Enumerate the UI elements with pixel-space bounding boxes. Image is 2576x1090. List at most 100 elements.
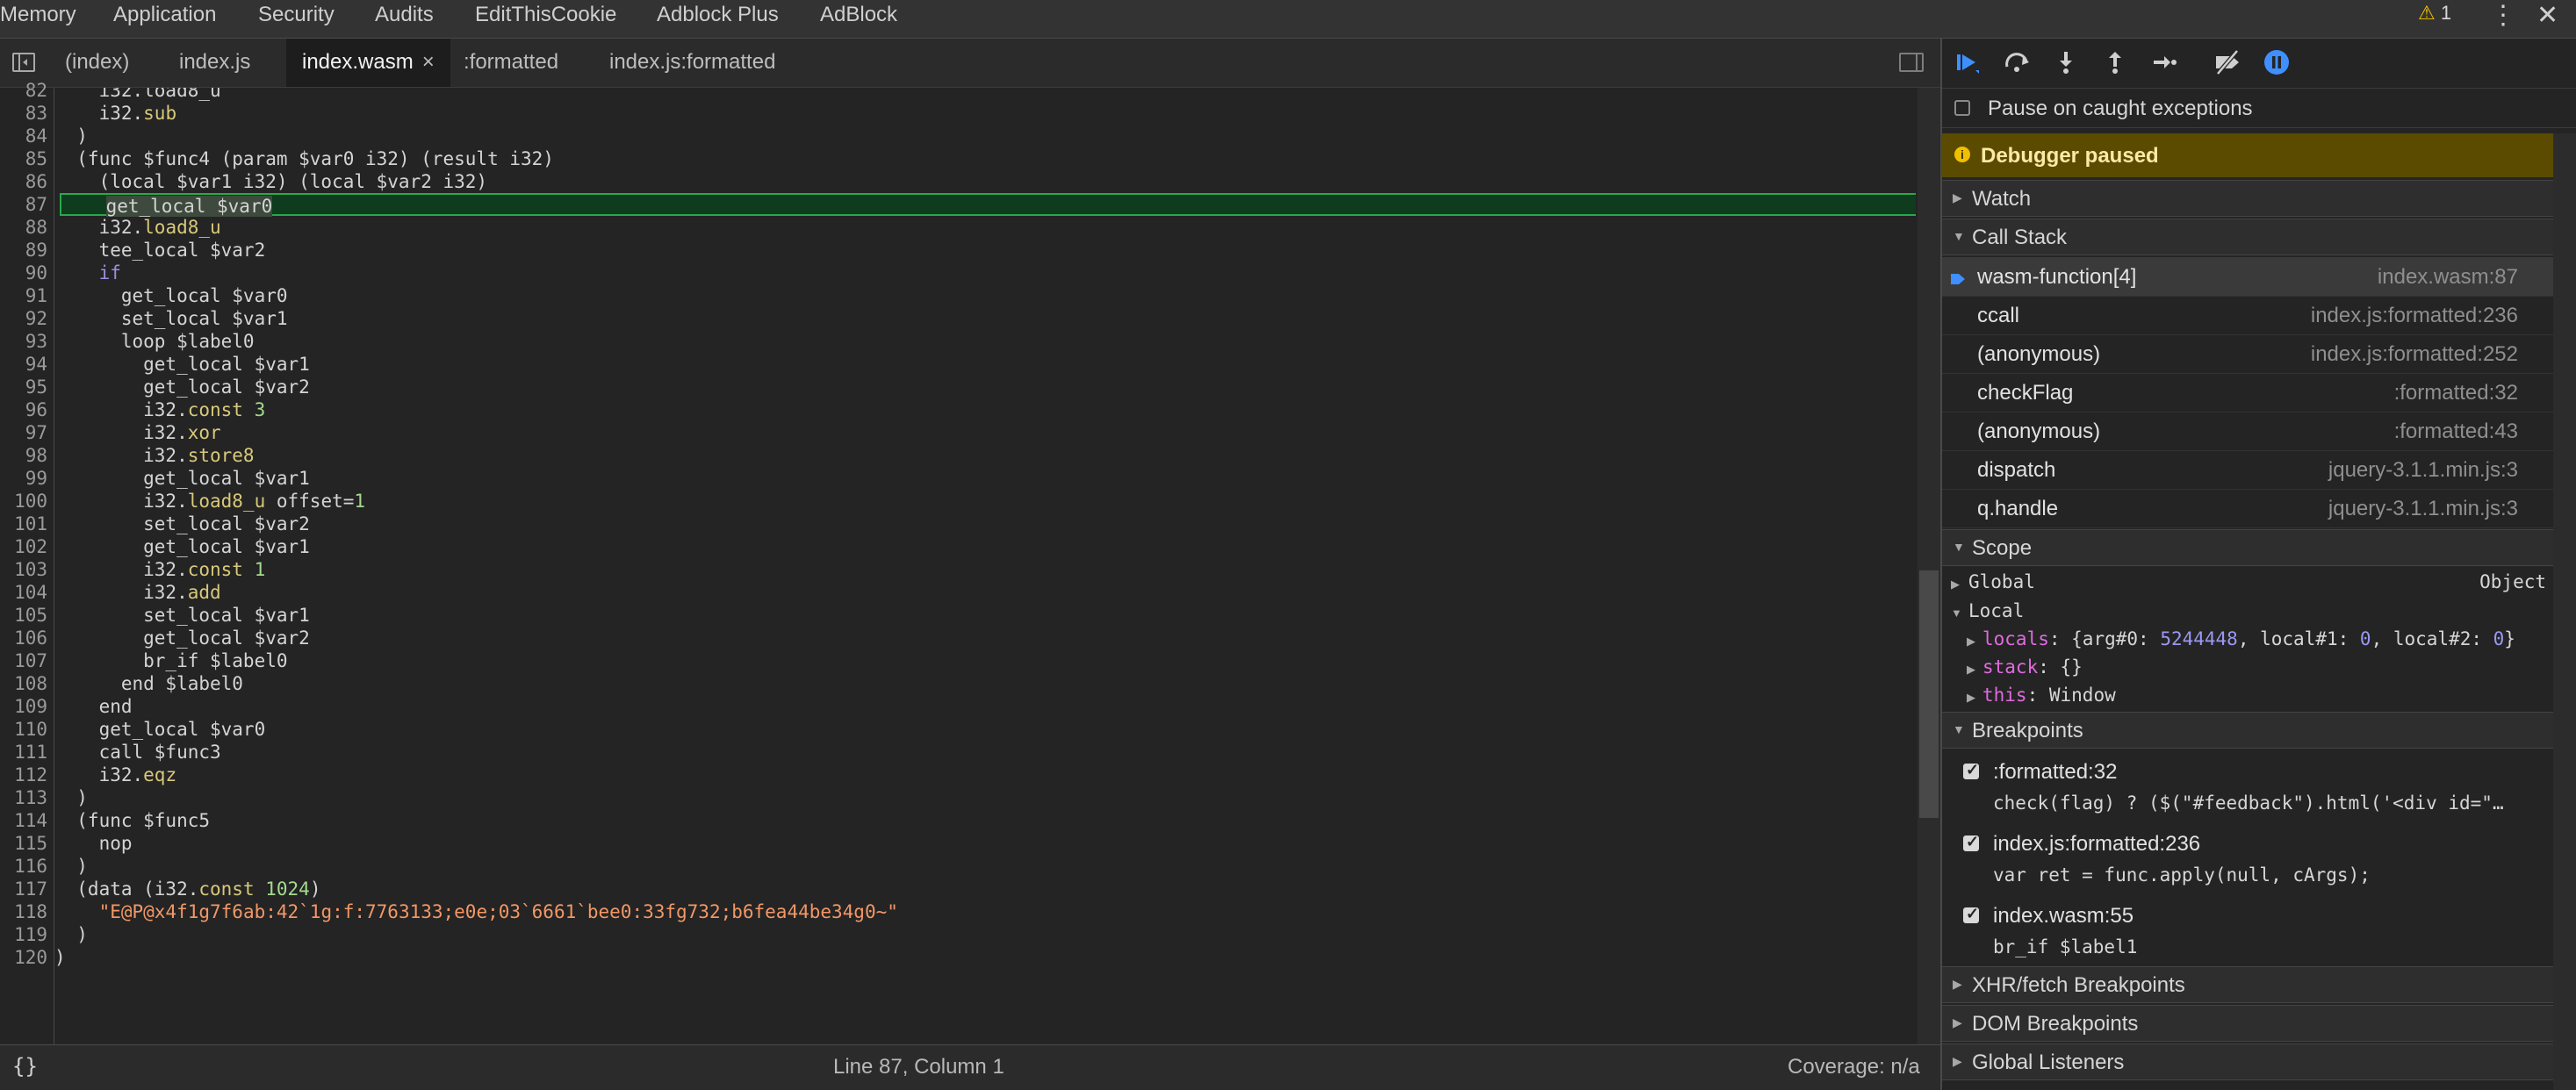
panel-tab-adblock[interactable]: AdBlock [820,0,897,39]
call-frame-location[interactable]: jquery-3.1.1.min.js:3 [2328,458,2518,483]
editor-scrollbar[interactable] [1918,88,1940,1044]
line-number[interactable]: 88 [0,216,47,239]
line-number[interactable]: 106 [0,627,47,649]
call-frame-location[interactable]: :formatted:43 [2394,420,2518,444]
line-number[interactable]: 99 [0,467,47,490]
step-icon[interactable] [2149,47,2179,77]
line-number[interactable]: 105 [0,604,47,627]
code-line[interactable]: tee_local $var2 [54,239,1916,262]
file-tab-formatted[interactable]: :formatted [453,39,569,87]
pause-on-caught-checkbox[interactable] [1954,100,1970,116]
step-into-icon[interactable] [2051,47,2081,77]
breakpoint-checkbox[interactable] [1963,761,1979,779]
code-line[interactable]: set_local $var1 [54,604,1916,627]
resume-icon[interactable] [1953,47,1982,77]
call-frame[interactable]: checkFlag:formatted:32 [1942,373,2553,412]
deactivate-breakpoints-icon[interactable] [2213,47,2242,77]
step-out-icon[interactable] [2100,47,2130,77]
code-editor[interactable]: i32.load8_u i32.sub ) (func $func4 (para… [54,88,1916,1044]
scope-global-row[interactable]: ▶ Global Object [1942,568,2553,596]
line-number-gutter[interactable]: 82 83 84 85 86 87 88 89 90 91 92 93 94 95 96 97 98 99 100… [0,80,54,1044]
code-line[interactable]: get_local $var1 [54,467,1916,490]
code-line[interactable]: (local $var1 i32) (local $var2 i32) [54,170,1916,193]
line-number[interactable]: 117 [0,878,47,900]
breakpoints-section-header[interactable]: ▼ Breakpoints [1942,712,2553,749]
scope-stack-row[interactable]: ▶ stack: {} [1942,653,2553,681]
line-number[interactable]: 94 [0,353,47,376]
code-line[interactable]: end [54,695,1916,718]
call-frame-location[interactable]: index.wasm:87 [2378,265,2518,290]
call-frame-location[interactable]: index.js:formatted:252 [2311,342,2518,367]
code-line[interactable]: "E@P@x4f1g7f6ab:42`1g:f:7763133;e0e;03`6… [54,900,1916,923]
toggle-debugger-sidebar-icon[interactable] [1899,53,1924,72]
code-line[interactable]: ) [54,125,1916,147]
step-over-icon[interactable] [2002,47,2032,77]
pause-on-exceptions-icon[interactable] [2262,47,2292,77]
code-line[interactable]: ) [54,855,1916,878]
breakpoint-checkbox[interactable] [1963,833,1979,851]
line-number[interactable]: 93 [0,330,47,353]
panel-tab-application[interactable]: Application [113,0,216,39]
line-number[interactable]: 119 [0,923,47,946]
call-frame[interactable]: ccall index.js:formatted:236 [1942,296,2553,335]
code-line[interactable]: if [54,262,1916,284]
code-line[interactable]: (func $func5 [54,809,1916,832]
panel-tab-adblock-plus[interactable]: Adblock Plus [657,0,779,39]
execution-line[interactable]: get_local $var0 [60,193,1916,217]
code-line[interactable]: nop [54,832,1916,855]
line-number[interactable]: 83 [0,102,47,125]
code-line[interactable]: get_local $var1 [54,353,1916,376]
code-line[interactable]: get_local $var2 [54,376,1916,398]
line-number[interactable]: 100 [0,490,47,513]
line-number[interactable]: 92 [0,307,47,330]
code-line[interactable]: ) [54,923,1916,946]
code-line[interactable]: ) [54,786,1916,809]
line-number[interactable]: 109 [0,695,47,718]
line-number[interactable]: 89 [0,239,47,262]
code-line[interactable]: get_local $var2 [54,627,1916,649]
code-line[interactable]: i32.eqz [54,764,1916,786]
call-frame[interactable]: (anonymous):formatted:43 [1942,412,2553,451]
code-line[interactable]: get_local $var1 [54,535,1916,558]
call-stack-section-header[interactable]: ▼ Call Stack [1942,219,2553,255]
line-number[interactable]: 96 [0,398,47,421]
call-frame-location[interactable]: :formatted:32 [2394,381,2518,405]
code-line[interactable]: set_local $var2 [54,513,1916,535]
global-listeners-section-header[interactable]: ▶ Global Listeners [1942,1043,2553,1080]
code-line[interactable]: i32.load8_u [54,88,1916,102]
scope-section-header[interactable]: ▼ Scope [1942,529,2553,566]
close-tab-icon[interactable]: × [422,50,435,74]
line-number[interactable]: 115 [0,832,47,855]
file-tab-index[interactable]: (index) [54,39,140,87]
file-tab-index-js[interactable]: index.js [169,39,261,87]
line-number[interactable]: 104 [0,581,47,604]
panel-tab-security[interactable]: Security [258,0,335,39]
file-tab-index-wasm[interactable]: index.wasm × [286,39,450,87]
line-number[interactable]: 95 [0,376,47,398]
sidebar-scrollbar[interactable] [2553,133,2576,1090]
file-tab-index-js-formatted[interactable]: index.js:formatted [599,39,786,87]
line-number[interactable]: 110 [0,718,47,741]
editor-scrollbar-thumb[interactable] [1919,570,1939,818]
call-frame[interactable]: dispatch jquery-3.1.1.min.js:3 [1942,450,2553,490]
pretty-print-button[interactable]: {} [12,1054,38,1079]
scope-local-row[interactable]: ▼ Local [1942,597,2553,625]
code-line[interactable]: i32.load8_u offset=1 [54,490,1916,513]
scope-locals-row[interactable]: ▶ locals: {arg#0: 5244448, local#1: 0, lo… [1942,625,2553,653]
panel-tab-editthiscookie[interactable]: EditThisCookie [475,0,616,39]
line-number[interactable]: 103 [0,558,47,581]
watch-section-header[interactable]: ▶ Watch [1942,180,2553,217]
dom-breakpoints-section-header[interactable]: ▶ DOM Breakpoints [1942,1005,2553,1042]
code-line[interactable]: call $func3 [54,741,1916,764]
more-options-icon[interactable]: ⋮ [2490,0,2516,32]
xhr-breakpoints-section-header[interactable]: ▶ XHR/fetch Breakpoints [1942,966,2553,1003]
code-line[interactable]: i32.sub [54,102,1916,125]
line-number[interactable]: 85 [0,147,47,170]
line-number[interactable]: 107 [0,649,47,672]
code-line[interactable]: ) [54,946,1916,969]
line-number[interactable]: 112 [0,764,47,786]
line-number[interactable]: 101 [0,513,47,535]
toggle-navigator-icon[interactable] [12,53,35,72]
line-number[interactable]: 84 [0,125,47,147]
code-line[interactable]: (func $func4 (param $var0 i32) (result i… [54,147,1916,170]
